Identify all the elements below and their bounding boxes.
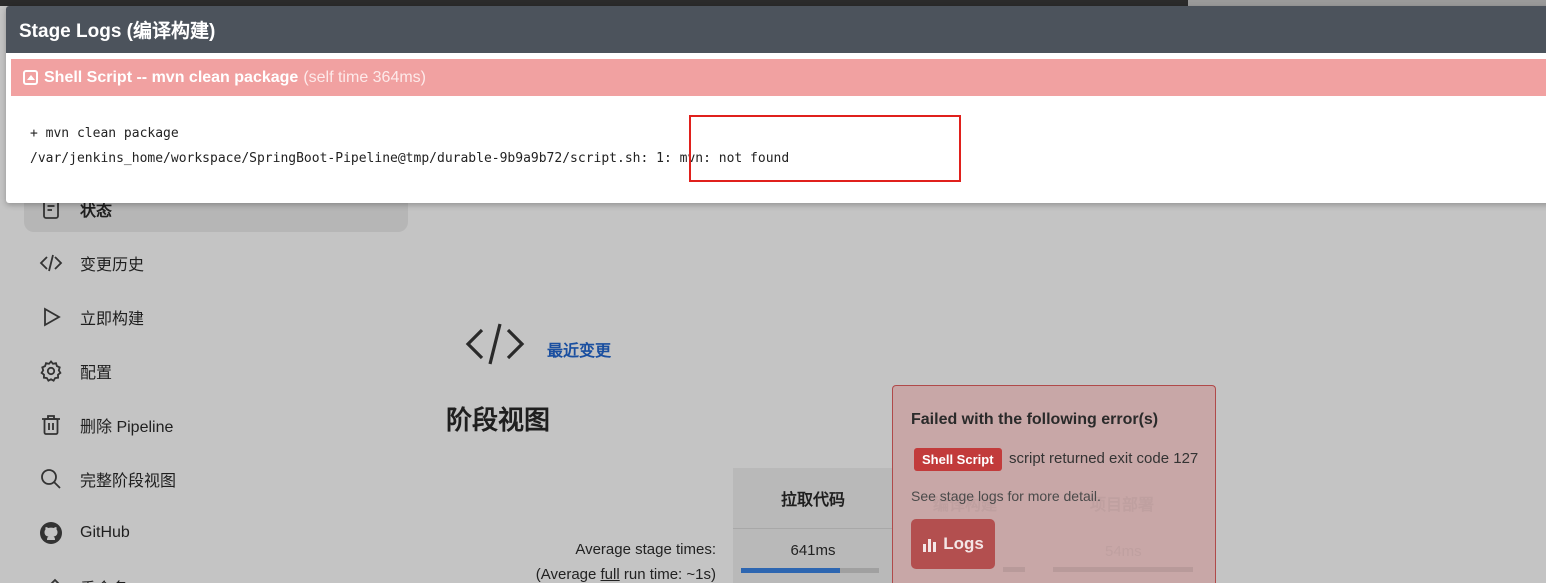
error-highlight-box <box>689 115 961 182</box>
sidebar-item-rename[interactable]: 重命名 <box>24 564 408 583</box>
sidebar-item-label: 完整阶段视图 <box>80 473 177 490</box>
search-icon <box>38 466 64 492</box>
stage-bar-ghost <box>1053 567 1193 572</box>
log-section-self-time: (self time 364ms) <box>303 68 427 86</box>
error-title: Failed with the following error(s) <box>911 411 1159 428</box>
stage-bar-ghost <box>1003 567 1025 572</box>
average-run-time-suffix: run time: ~1s) <box>619 566 716 583</box>
stage-time-ghost: 54ms <box>1105 543 1142 560</box>
stage-name: 拉取代码 <box>733 468 893 529</box>
stage-average-time: 641ms <box>790 541 836 559</box>
log-section-header[interactable]: Shell Script -- mvn clean package (self … <box>11 59 1546 96</box>
sidebar-item-configure[interactable]: 配置 <box>24 348 408 394</box>
logs-button[interactable]: Logs <box>911 519 995 569</box>
stage-progress-bar <box>741 568 879 573</box>
error-badge: Shell Script <box>914 448 1002 471</box>
collapse-icon[interactable] <box>23 70 38 85</box>
recent-changes-link[interactable]: 最近变更 <box>547 337 611 361</box>
full-run-time-link[interactable]: full <box>601 566 620 583</box>
play-icon <box>38 304 64 330</box>
sidebar-item-label: 删除 Pipeline <box>80 419 174 436</box>
sidebar-item-label: 重命名 <box>80 575 128 583</box>
error-message: script returned exit code 127 <box>1009 450 1199 467</box>
average-stage-times-label: Average stage times: <box>575 541 716 558</box>
log-section-title: Shell Script -- mvn clean package <box>44 68 299 86</box>
sidebar-item-full-stage-view[interactable]: 完整阶段视图 <box>24 456 408 502</box>
bar-chart-icon <box>923 538 937 552</box>
sidebar-item-delete-pipeline[interactable]: 删除 Pipeline <box>24 402 408 448</box>
sidebar-item-label: 立即构建 <box>80 311 145 328</box>
modal-title: Stage Logs (编译构建) <box>6 6 1546 53</box>
code-icon <box>38 250 64 276</box>
stage-progress-fill <box>741 568 841 573</box>
sidebar-item-label: GitHub <box>80 524 130 541</box>
github-icon <box>38 520 64 546</box>
average-run-time-label: (Average full run time: ~1s) <box>520 566 716 583</box>
average-run-time-prefix: (Average <box>535 566 601 583</box>
sidebar-item-label: 配置 <box>80 365 113 382</box>
sidebar-item-changes[interactable]: 变更历史 <box>24 240 408 286</box>
sidebar-item-github[interactable]: GitHub <box>24 510 408 556</box>
sidebar-item-build-now[interactable]: 立即构建 <box>24 294 408 340</box>
stage-view-title: 阶段视图 <box>446 405 551 435</box>
code-icon <box>465 323 525 365</box>
pencil-icon <box>38 574 64 583</box>
sidebar-item-label: 变更历史 <box>80 257 145 274</box>
error-popover: 编译构建 项目部署 54ms Failed with the following… <box>892 385 1216 583</box>
gear-icon <box>38 358 64 384</box>
logs-button-label: Logs <box>943 534 984 553</box>
trash-icon <box>38 412 64 438</box>
log-line: /var/jenkins_home/workspace/SpringBoot-P… <box>30 151 790 166</box>
stage-column[interactable]: 拉取代码 641ms <box>733 468 893 583</box>
see-logs-text: See stage logs for more detail. <box>911 488 1101 504</box>
log-line: + mvn clean package <box>30 126 179 141</box>
